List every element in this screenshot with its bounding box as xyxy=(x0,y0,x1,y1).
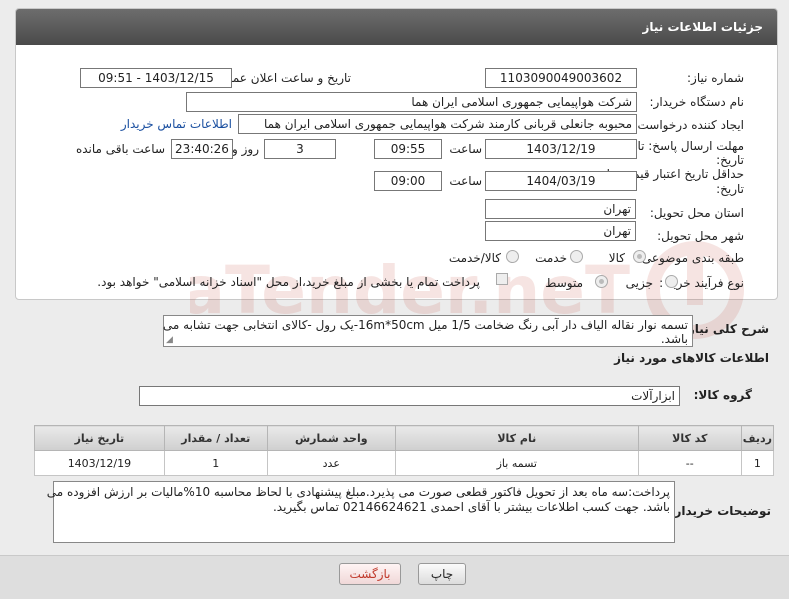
back-button[interactable]: بازگشت xyxy=(339,563,401,585)
category-service-label: خدمت xyxy=(535,251,567,265)
column-header-item-name: نام کالا xyxy=(394,425,639,451)
creator-field[interactable]: محبوبه جانعلی قربانی کارمند شرکت هواپیما… xyxy=(238,114,637,134)
validity-date-field[interactable]: 1404/03/19 xyxy=(485,171,637,191)
category-goods-label: کالا xyxy=(608,251,625,265)
city-label: شهر محل تحویل: xyxy=(657,229,744,243)
cell-need-date: 1403/12/19 xyxy=(34,450,165,476)
column-header-need-date: تاریخ نیاز xyxy=(34,425,165,451)
process-minor-radio[interactable] xyxy=(665,275,678,288)
deadline-label: مهلت ارسال پاسخ: تا xyxy=(637,139,744,153)
need-number-field[interactable]: 1103090049003602 xyxy=(485,68,637,88)
table-header-row: ردیف کد کالا نام کالا واحد شمارش تعداد /… xyxy=(34,425,775,451)
buyer-notes-line-2: باشد. جهت کسب اطلاعات بیشتر با آقای احمد… xyxy=(272,500,670,514)
remaining-time-field[interactable]: 23:40:26 xyxy=(171,139,233,159)
table-row[interactable]: 1 -- تسمه باز عدد 1 1403/12/19 xyxy=(34,450,775,476)
buyer-notes-label: توضیحات خریدار: xyxy=(669,504,771,518)
buyer-notes-textarea[interactable]: پرداخت:سه ماه بعد از تحویل فاکتور قطعی ص… xyxy=(47,481,675,543)
description-textarea[interactable]: تسمه نوار نقاله الیاف دار آبی رنگ ضخامت … xyxy=(163,315,693,347)
description-line-1: تسمه نوار نقاله الیاف دار آبی رنگ ضخامت … xyxy=(162,318,688,332)
buyer-notes-line-1: پرداخت:سه ماه بعد از تحویل فاکتور قطعی ص… xyxy=(46,485,670,499)
treasury-payment-note: پرداخت تمام یا بخشی از مبلغ خرید،از محل … xyxy=(97,275,480,289)
column-header-quantity: تعداد / مقدار xyxy=(163,425,268,451)
process-minor-label: جزیی xyxy=(625,276,653,290)
deadline-time-field[interactable]: 09:55 xyxy=(374,139,442,159)
buyer-field[interactable]: شرکت هواپیمایی جمهوری اسلامی ایران هما xyxy=(186,92,637,112)
category-service-radio[interactable] xyxy=(570,250,583,263)
city-field[interactable]: تهران xyxy=(485,221,636,241)
description-line-2: باشد. xyxy=(660,332,688,346)
deadline-label-date: تاریخ: xyxy=(716,153,744,167)
deadline-time-label: ساعت xyxy=(449,142,482,156)
column-header-unit: واحد شمارش xyxy=(266,425,396,451)
cell-row-number: 1 xyxy=(740,450,775,476)
cell-unit: عدد xyxy=(266,450,396,476)
deadline-date-field[interactable]: 1403/12/19 xyxy=(485,139,637,159)
column-header-item-code: کد کالا xyxy=(637,425,742,451)
panel-header: جزئیات اطلاعات نیاز xyxy=(16,9,777,45)
days-label: روز و xyxy=(232,142,259,156)
goods-group-field[interactable]: ابزارآلات xyxy=(139,386,680,406)
validity-time-label: ساعت xyxy=(449,174,482,188)
buyer-label: نام دستگاه خریدار: xyxy=(649,95,745,109)
buyer-contact-link[interactable]: اطلاعات تماس خریدار xyxy=(121,117,232,131)
validity-label-date: تاریخ: xyxy=(716,182,744,196)
print-button[interactable]: چاپ xyxy=(418,563,466,585)
category-label: طبقه بندی موضوعی: xyxy=(637,251,744,265)
goods-group-label: گروه کالا: xyxy=(693,388,752,402)
items-table: ردیف کد کالا نام کالا واحد شمارش تعداد /… xyxy=(34,425,775,476)
announce-date-field[interactable]: 1403/12/15 - 09:51 xyxy=(80,68,232,88)
goods-section-title: اطلاعات کالاهای مورد نیاز xyxy=(614,351,769,365)
category-both-radio[interactable] xyxy=(506,250,519,263)
province-field[interactable]: تهران xyxy=(485,199,636,219)
resize-grip-icon[interactable]: ◢ xyxy=(166,335,173,345)
cell-item-code: -- xyxy=(637,450,742,476)
cell-item-name: تسمه باز xyxy=(394,450,639,476)
process-medium-label: متوسط xyxy=(545,276,583,290)
category-both-label: کالا/خدمت xyxy=(448,251,501,265)
treasury-payment-checkbox[interactable] xyxy=(496,273,508,285)
panel-title: جزئیات اطلاعات نیاز xyxy=(642,20,763,34)
need-number-label: شماره نیاز: xyxy=(687,71,744,85)
category-goods-radio[interactable] xyxy=(633,250,646,263)
days-field[interactable]: 3 xyxy=(264,139,336,159)
remaining-time-label: ساعت باقی مانده xyxy=(75,142,165,156)
validity-time-field[interactable]: 09:00 xyxy=(374,171,442,191)
province-label: استان محل تحویل: xyxy=(649,206,744,220)
description-label: شرح کلی نیاز: xyxy=(683,322,769,336)
cell-quantity: 1 xyxy=(163,450,268,476)
column-header-row-number: ردیف xyxy=(740,425,775,451)
process-medium-radio[interactable] xyxy=(595,275,608,288)
creator-label: ایجاد کننده درخواست: xyxy=(633,118,744,132)
